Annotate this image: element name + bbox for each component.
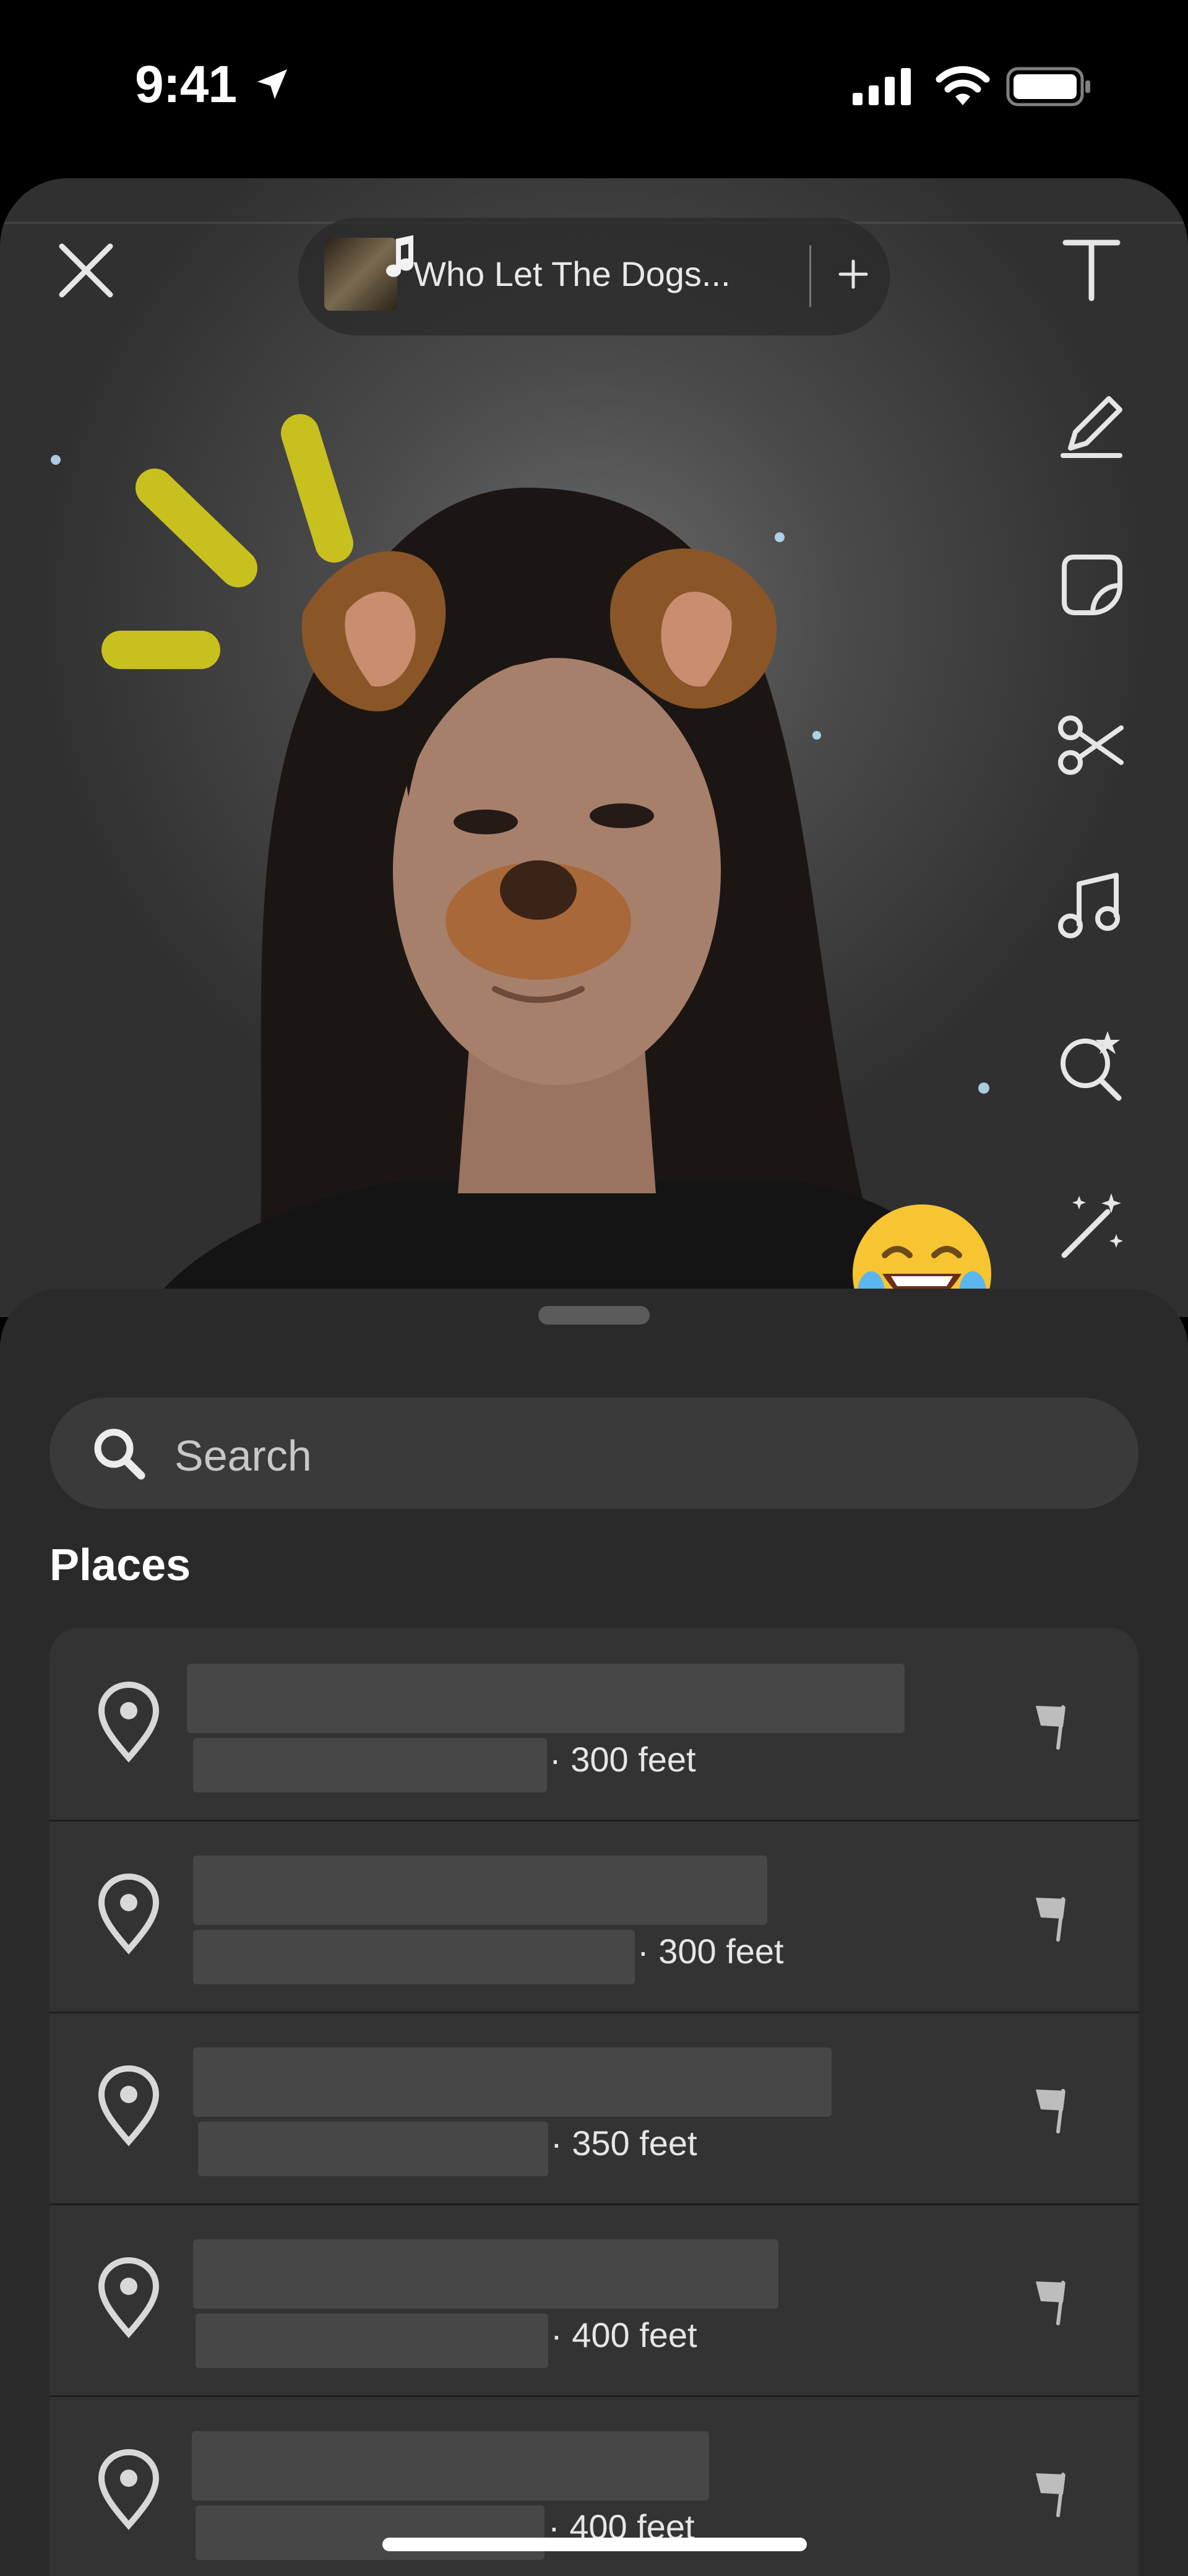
place-row[interactable]: · 350 feet	[50, 2012, 1138, 2205]
lens-search-icon[interactable]	[1052, 1027, 1131, 1107]
report-flag-icon[interactable]	[1027, 1701, 1074, 1750]
location-pin-icon	[98, 2065, 160, 2146]
place-distance: · 300 feet	[549, 1740, 696, 1779]
person-with-dog-lens-image	[51, 414, 1002, 1317]
report-flag-icon[interactable]	[1027, 2468, 1074, 2518]
places-list: · 300 feet · 300 feet · 350 feet · 400 f…	[50, 1628, 1138, 2576]
status-time: 9:41	[135, 55, 237, 113]
sheet-grabber[interactable]	[538, 1306, 650, 1325]
music-pill[interactable]: Who Let The Dogs...	[298, 218, 890, 335]
place-name-redacted	[193, 2239, 778, 2309]
place-name-redacted	[192, 2431, 709, 2500]
status-bar: 9:41	[0, 0, 1188, 173]
places-heading: Places	[50, 1541, 191, 1590]
scissors-icon[interactable]	[1052, 706, 1131, 785]
album-art-image	[324, 235, 413, 311]
wifi-icon	[936, 66, 990, 105]
place-address-redacted	[193, 1930, 635, 1984]
place-address-redacted	[198, 2122, 548, 2176]
place-address-redacted	[196, 2505, 544, 2560]
pill-divider	[809, 245, 811, 307]
song-title: Who Let The Dogs...	[413, 254, 731, 293]
text-tool-icon[interactable]	[1052, 230, 1131, 309]
place-row[interactable]: · 300 feet	[50, 1820, 1138, 2013]
search-input[interactable]: Search	[50, 1398, 1138, 1509]
place-address-redacted	[196, 2314, 548, 2368]
place-name-redacted	[193, 2047, 832, 2117]
search-icon	[94, 1428, 145, 1480]
place-row[interactable]: · 400 feet	[50, 2203, 1138, 2397]
place-address-redacted	[193, 1738, 547, 1792]
place-distance: · 400 feet	[551, 2315, 697, 2354]
cellular-signal-icon	[853, 68, 911, 105]
places-sheet: Search Places · 300 feet · 300 feet · 35…	[0, 1289, 1188, 2576]
home-indicator[interactable]	[382, 2538, 807, 2551]
pencil-draw-icon[interactable]	[1052, 386, 1131, 465]
music-note-tool-icon[interactable]	[1052, 867, 1131, 946]
report-flag-icon[interactable]	[1027, 1893, 1074, 1942]
report-flag-icon[interactable]	[1027, 2276, 1074, 2326]
location-pin-icon	[98, 2257, 160, 2338]
add-music-plus-icon[interactable]	[832, 253, 875, 296]
place-distance: · 350 feet	[551, 2124, 697, 2163]
location-arrow-icon	[257, 69, 287, 99]
location-pin-icon	[98, 1873, 160, 1955]
place-name-redacted	[193, 1856, 767, 1925]
camera-preview[interactable]: Who Let The Dogs...	[0, 178, 1188, 1317]
location-pin-icon	[98, 1681, 160, 1763]
close-icon[interactable]	[52, 236, 120, 305]
sticker-icon[interactable]	[1052, 545, 1131, 624]
search-placeholder: Search	[174, 1432, 312, 1480]
location-pin-icon	[98, 2448, 160, 2530]
place-distance: · 300 feet	[637, 1932, 784, 1971]
place-row[interactable]: · 300 feet	[50, 1628, 1138, 1822]
battery-icon	[1006, 67, 1090, 106]
place-name-redacted	[187, 1664, 905, 1733]
report-flag-icon[interactable]	[1027, 2085, 1074, 2134]
magic-wand-icon[interactable]	[1052, 1187, 1131, 1266]
